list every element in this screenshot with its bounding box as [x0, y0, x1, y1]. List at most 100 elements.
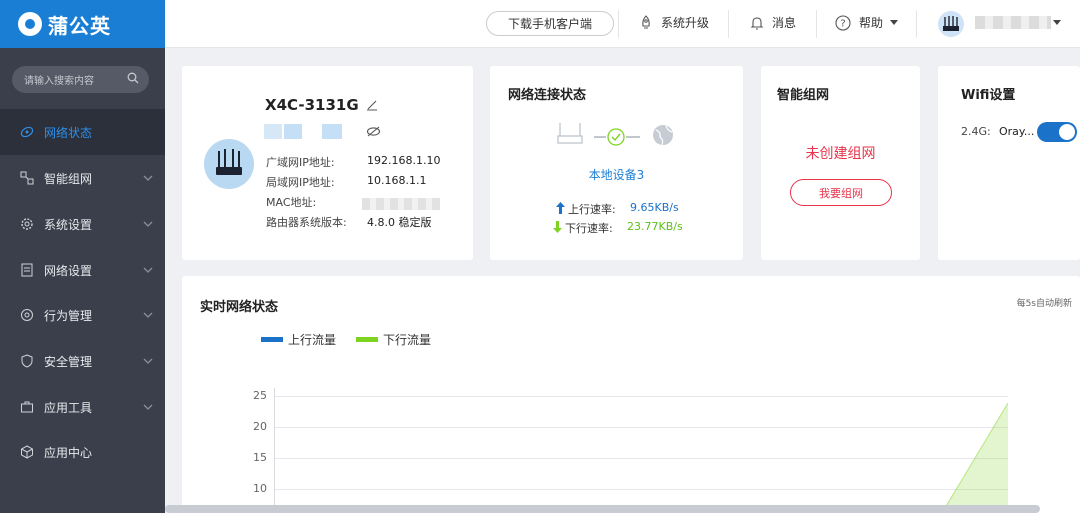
- mesh-icon: [20, 171, 34, 185]
- shield-icon: [21, 354, 33, 368]
- system-upgrade-button[interactable]: 系统升级: [639, 14, 709, 31]
- version-label: 路由器系统版本:: [266, 216, 347, 229]
- download-client-button[interactable]: 下载手机客户端: [486, 11, 614, 36]
- horizontal-scrollbar[interactable]: [165, 505, 1040, 513]
- arrow-down-icon: [553, 221, 562, 233]
- legend-swatch-up: [261, 337, 283, 342]
- help-button[interactable]: ? 帮助: [835, 14, 907, 31]
- chevron-down-icon: [143, 267, 153, 273]
- grid-line: [274, 458, 1008, 459]
- caret-down-icon[interactable]: [1052, 19, 1062, 27]
- create-mesh-button[interactable]: 我要组网: [790, 179, 892, 206]
- router-avatar: [204, 139, 254, 189]
- version-value: 4.8.0 稳定版: [367, 216, 432, 229]
- sidebar-item-behavior-management[interactable]: 行为管理: [0, 292, 165, 338]
- sidebar-item-app-center[interactable]: 应用中心: [0, 429, 165, 475]
- chevron-down-icon: [143, 175, 153, 181]
- divider: [916, 10, 917, 38]
- y-tick-label: 15: [253, 451, 267, 464]
- edit-icon[interactable]: [366, 99, 378, 111]
- mesh-status: 未创建组网: [805, 146, 876, 162]
- realtime-card: 实时网络状态 每5s自动刷新 上行流量 下行流量 25 20 15 10: [182, 276, 1080, 513]
- wan-ip-value: 192.168.1.10: [367, 154, 441, 167]
- search-placeholder: 请输入搜索内容: [24, 76, 94, 87]
- help-label: 帮助: [859, 16, 884, 30]
- sidebar-item-system-settings[interactable]: 系统设置: [0, 201, 165, 247]
- wifi-toggle[interactable]: [1037, 122, 1077, 142]
- lan-ip-value: 10.168.1.1: [367, 174, 427, 187]
- wan-ip-label: 广域网IP地址:: [266, 156, 335, 169]
- search-icon[interactable]: [127, 72, 139, 84]
- grid-line: [274, 427, 1008, 428]
- sidebar-item-smart-mesh[interactable]: 智能组网: [0, 155, 165, 201]
- up-rate-label: 上行速率:: [568, 203, 616, 216]
- chevron-down-icon: [143, 312, 153, 318]
- sidebar-item-security-management[interactable]: 安全管理: [0, 338, 165, 384]
- sidebar-item-label: 安全管理: [44, 354, 93, 369]
- divider: [618, 10, 619, 38]
- redacted-field: [264, 124, 282, 139]
- sidebar-item-app-tools[interactable]: 应用工具: [0, 384, 165, 430]
- sidebar-item-network-settings[interactable]: 网络设置: [0, 247, 165, 293]
- sidebar-item-label: 应用中心: [44, 445, 93, 460]
- connection-diagram: [557, 123, 673, 146]
- up-rate-value: 9.65KB/s: [630, 201, 679, 214]
- cube-icon: [21, 445, 33, 459]
- sidebar-item-network-status[interactable]: 网络状态: [0, 109, 165, 155]
- globe-icon: [653, 125, 673, 146]
- download-series-area: [941, 403, 1009, 513]
- device-card: X4C-3131G 广域网IP地址: 192.168.1.10 局域网IP地址:…: [182, 66, 473, 260]
- wifi-card: Wifi设置 2.4G: Oray...: [938, 66, 1080, 260]
- help-icon: ?: [835, 14, 851, 31]
- wifi-ssid: Oray...: [999, 125, 1035, 138]
- search-input[interactable]: 请输入搜索内容: [12, 66, 149, 93]
- toolbox-icon: [21, 401, 33, 413]
- sidebar-item-label: 网络状态: [44, 125, 93, 140]
- legend-label-up[interactable]: 上行流量: [288, 331, 336, 348]
- messages-label: 消息: [772, 16, 797, 30]
- down-rate-value: 23.77KB/s: [627, 220, 683, 233]
- sidebar-item-label: 行为管理: [44, 308, 93, 323]
- legend-label-down[interactable]: 下行流量: [383, 331, 431, 348]
- toggle-knob: [1059, 124, 1075, 140]
- connection-card: 网络连接状态 本地设备3 上行速率: 9.65KB/s 下行速率: 23.77K…: [490, 66, 743, 260]
- mac-redacted: [362, 198, 440, 210]
- card-title: Wifi设置: [961, 88, 1016, 103]
- rocket-icon: [642, 14, 650, 28]
- caret-down-icon: [890, 19, 899, 25]
- card-title: 网络连接状态: [508, 88, 587, 103]
- mesh-card: 智能组网 未创建组网 我要组网: [761, 66, 920, 260]
- wifi-band-label: 2.4G:: [961, 125, 991, 138]
- refresh-note: 每5s自动刷新: [1016, 299, 1072, 309]
- mac-label: MAC地址:: [266, 196, 317, 209]
- sidebar-item-label: 智能组网: [44, 171, 93, 186]
- sidebar: 蒲公英 请输入搜索内容 网络状态 智能组网 系统设置 网络设置 行为管理 安全管…: [0, 0, 165, 513]
- router-icon: [557, 123, 583, 144]
- app-logo[interactable]: 蒲公英: [0, 0, 165, 48]
- messages-button[interactable]: 消息: [750, 14, 796, 31]
- avatar[interactable]: [938, 11, 964, 37]
- sidebar-item-label: 网络设置: [44, 263, 93, 278]
- check-circle-icon: [607, 128, 625, 146]
- card-title: 实时网络状态: [200, 300, 279, 315]
- grid-line: [274, 489, 1008, 490]
- down-rate-label: 下行速率:: [565, 222, 613, 235]
- logo-icon: [18, 12, 42, 36]
- hide-eye-icon[interactable]: [366, 126, 381, 137]
- legend-swatch-down: [356, 337, 378, 342]
- local-device-link[interactable]: 本地设备3: [490, 166, 743, 183]
- app-name: 蒲公英: [48, 13, 111, 38]
- lan-ip-label: 局域网IP地址:: [266, 176, 335, 189]
- svg-text:?: ?: [840, 18, 845, 29]
- sidebar-item-label: 应用工具: [44, 400, 93, 415]
- chevron-down-icon: [143, 404, 153, 410]
- y-tick-label: 25: [253, 389, 267, 402]
- y-tick-label: 10: [253, 482, 267, 495]
- document-icon: [21, 263, 33, 277]
- sidebar-item-label: 系统设置: [44, 217, 93, 232]
- arrow-up-icon: [556, 202, 565, 214]
- username-redacted[interactable]: [975, 16, 1051, 29]
- y-axis: [274, 388, 275, 513]
- router-avatar-icon: [943, 16, 959, 31]
- system-upgrade-label: 系统升级: [661, 16, 710, 30]
